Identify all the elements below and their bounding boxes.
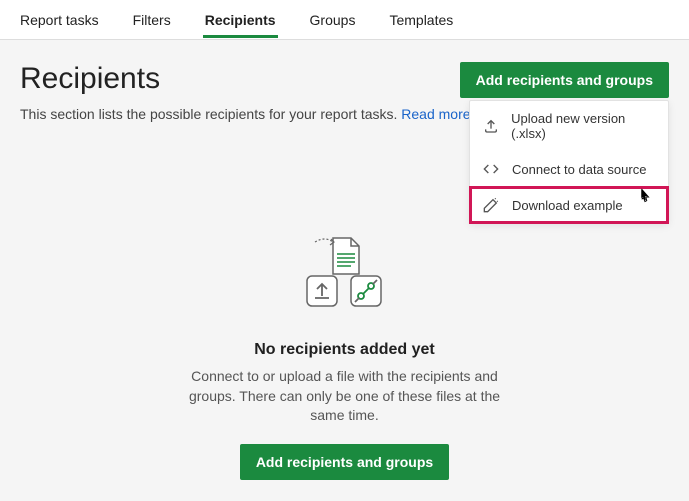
empty-description: Connect to or upload a file with the rec…: [175, 367, 515, 426]
page-body: Recipients This section lists the possib…: [0, 40, 689, 501]
add-dropdown: Upload new version (.xlsx) Connect to da…: [469, 100, 669, 224]
dropdown-connect-data-source[interactable]: Connect to data source: [470, 151, 668, 187]
wand-icon: [482, 197, 500, 213]
tab-bar: Report tasks Filters Recipients Groups T…: [0, 0, 689, 40]
dropdown-item-label: Connect to data source: [512, 162, 646, 177]
dropdown-upload-new-version[interactable]: Upload new version (.xlsx): [470, 101, 668, 151]
dropdown-item-label: Download example: [512, 198, 623, 213]
tab-report-tasks[interactable]: Report tasks: [18, 2, 101, 37]
empty-state: No recipients added yet Connect to or up…: [20, 232, 669, 480]
page-subtitle-text: This section lists the possible recipien…: [20, 106, 401, 122]
tab-templates[interactable]: Templates: [387, 2, 455, 37]
tab-recipients[interactable]: Recipients: [203, 2, 278, 38]
upload-icon: [482, 118, 499, 134]
empty-title: No recipients added yet: [20, 341, 669, 359]
dropdown-download-example[interactable]: Download example: [470, 187, 668, 223]
empty-illustration: [285, 232, 405, 327]
add-recipients-button-top[interactable]: Add recipients and groups: [460, 62, 669, 98]
dropdown-item-label: Upload new version (.xlsx): [511, 111, 656, 141]
tab-groups[interactable]: Groups: [308, 2, 358, 37]
tab-filters[interactable]: Filters: [131, 2, 173, 37]
add-recipients-button-bottom[interactable]: Add recipients and groups: [240, 444, 449, 480]
code-icon: [482, 161, 500, 177]
